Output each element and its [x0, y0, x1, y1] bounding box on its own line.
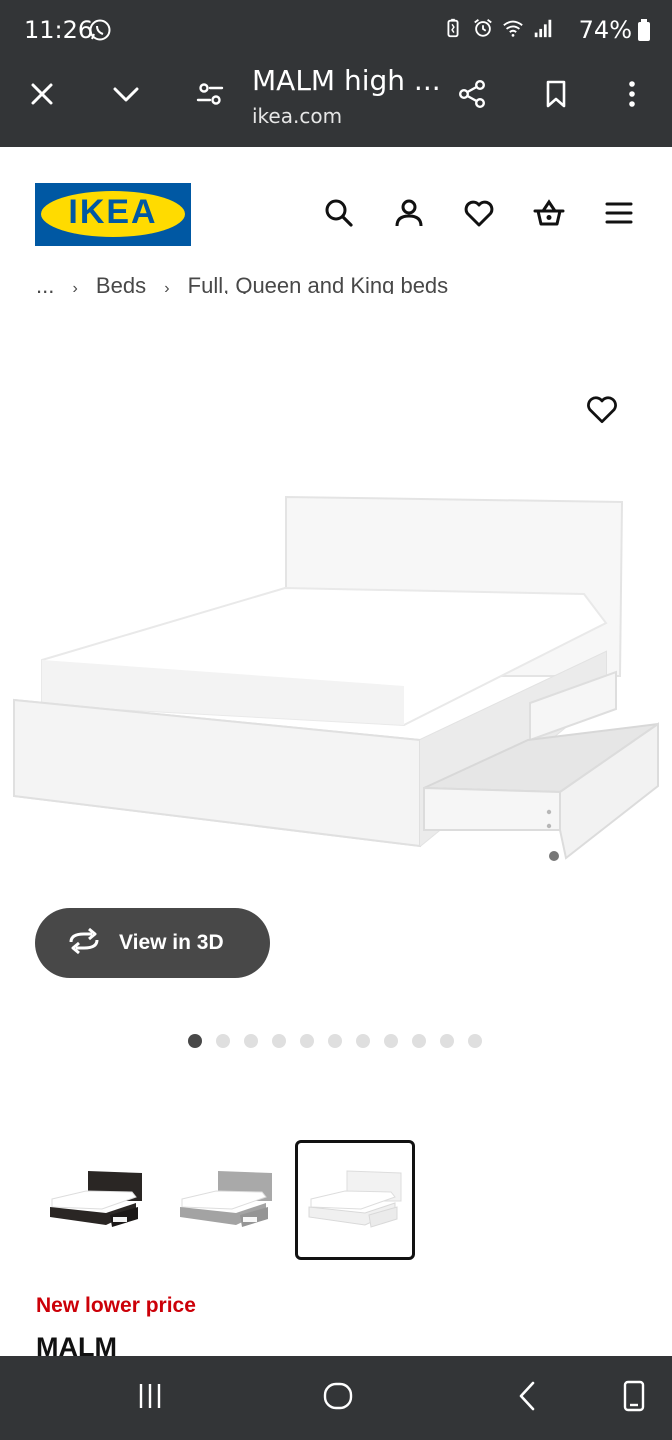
carousel-dot[interactable]	[300, 1034, 314, 1048]
thumbnail-gray[interactable]	[166, 1140, 286, 1260]
logo-text: IKEA	[68, 193, 158, 231]
carousel-dot[interactable]	[216, 1034, 230, 1048]
carousel-dot[interactable]	[244, 1034, 258, 1048]
chevron-down-icon	[110, 78, 142, 115]
heart-icon	[585, 393, 619, 432]
carousel-dot[interactable]	[468, 1034, 482, 1048]
share-icon	[456, 78, 488, 115]
status-icons	[442, 18, 554, 42]
battery-saver-icon	[442, 17, 464, 44]
product-name: MALM	[36, 1332, 117, 1358]
bookmark-button[interactable]	[534, 74, 578, 118]
back-button[interactable]	[506, 1376, 550, 1420]
chevron-right-icon: ›	[164, 280, 170, 294]
breadcrumb-item-beds[interactable]: Beds	[96, 273, 146, 294]
search-button[interactable]	[318, 194, 360, 236]
view-in-3d-button[interactable]: View in 3D	[35, 908, 270, 978]
page-title[interactable]: MALM high ...	[252, 64, 441, 97]
close-icon	[26, 78, 58, 115]
close-tab-button[interactable]	[20, 74, 64, 118]
wifi-icon	[502, 17, 524, 44]
minimize-tab-button[interactable]	[104, 74, 148, 118]
recent-apps-button[interactable]	[128, 1376, 172, 1420]
recent-apps-icon	[133, 1379, 167, 1418]
more-options-button[interactable]	[610, 74, 654, 118]
rotate-screen-icon	[617, 1379, 651, 1418]
thumbnail-black-brown[interactable]	[36, 1140, 156, 1260]
home-button[interactable]	[316, 1376, 360, 1420]
battery-icon	[638, 19, 650, 41]
whatsapp-icon	[88, 18, 112, 42]
product-image[interactable]	[0, 330, 672, 890]
status-time: 11:26	[24, 16, 94, 44]
bookmark-icon	[540, 78, 572, 115]
back-icon	[511, 1379, 545, 1418]
carousel-dot[interactable]	[328, 1034, 342, 1048]
menu-button[interactable]	[598, 194, 640, 236]
breadcrumb-item-ellipsis[interactable]: ...	[36, 273, 54, 294]
share-button[interactable]	[450, 74, 494, 118]
carousel-dot[interactable]	[272, 1034, 286, 1048]
home-icon	[321, 1379, 355, 1418]
carousel-dot[interactable]	[384, 1034, 398, 1048]
screen-rotate-button[interactable]	[612, 1376, 656, 1420]
thumbnail-white[interactable]	[295, 1140, 415, 1260]
basket-button[interactable]	[528, 194, 570, 236]
more-vert-icon	[616, 78, 648, 115]
chevron-right-icon: ›	[72, 280, 78, 294]
rotate-3d-icon	[65, 926, 119, 961]
menu-icon	[603, 197, 635, 234]
android-nav-bar	[0, 1356, 672, 1440]
page-settings-icon	[194, 78, 226, 115]
breadcrumb-item-category[interactable]: Full, Queen and King beds	[188, 273, 449, 294]
carousel-dots	[188, 1034, 482, 1048]
account-icon	[393, 197, 425, 234]
browser-chrome: 11:26 74% MALM high ... ikea.com	[0, 0, 672, 147]
page-settings-button[interactable]	[188, 74, 232, 118]
ikea-logo[interactable]: IKEA	[35, 183, 191, 246]
alarm-icon	[472, 17, 494, 44]
account-button[interactable]	[388, 194, 430, 236]
carousel-dot[interactable]	[356, 1034, 370, 1048]
heart-icon	[463, 197, 495, 234]
basket-icon	[533, 197, 565, 234]
battery-percent: 74%	[578, 16, 632, 44]
page-domain[interactable]: ikea.com	[252, 104, 342, 128]
breadcrumb: ... › Beds › Full, Queen and King beds	[36, 268, 448, 294]
favourites-button[interactable]	[458, 194, 500, 236]
view-in-3d-label: View in 3D	[119, 931, 224, 954]
carousel-dot[interactable]	[188, 1034, 202, 1048]
signal-icon	[532, 17, 554, 44]
carousel-dot[interactable]	[412, 1034, 426, 1048]
add-to-favourites-button[interactable]	[578, 388, 626, 436]
price-tag: New lower price	[36, 1294, 196, 1317]
carousel-dot[interactable]	[440, 1034, 454, 1048]
search-icon	[323, 197, 355, 234]
